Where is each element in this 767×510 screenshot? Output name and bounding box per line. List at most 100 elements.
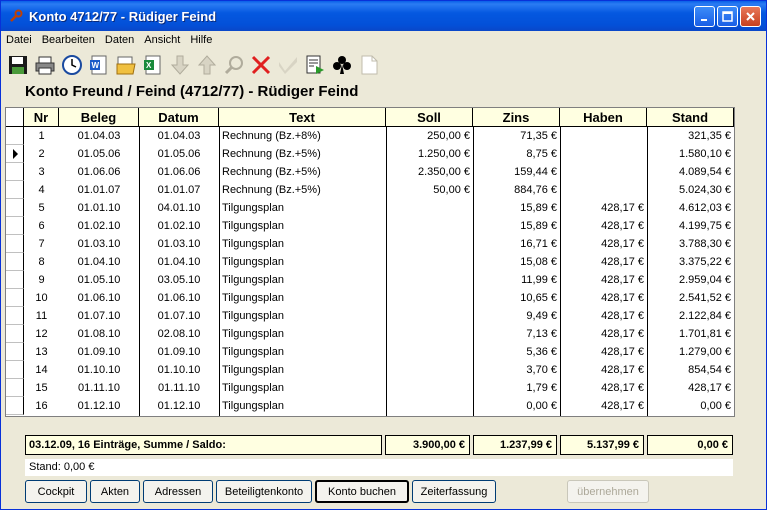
cell-soll[interactable] — [386, 307, 473, 325]
cell-haben[interactable]: 428,17 € — [560, 217, 647, 235]
cell-zins[interactable]: 11,99 € — [473, 271, 560, 289]
cell-datum[interactable]: 01.11.10 — [139, 379, 219, 397]
cell-haben[interactable]: 428,17 € — [560, 379, 647, 397]
cell-text[interactable]: Tilgungsplan — [219, 397, 386, 415]
cell-haben[interactable]: 428,17 € — [560, 307, 647, 325]
move-up-button[interactable] — [194, 51, 220, 78]
row-selector[interactable] — [6, 307, 24, 325]
cell-nr[interactable]: 1 — [24, 127, 59, 145]
print-button[interactable] — [32, 51, 58, 78]
table-row[interactable]: 7 01.03.10 01.03.10 Tilgungsplan 16,71 €428,… — [6, 235, 734, 253]
row-selector[interactable] — [6, 361, 24, 379]
table-row[interactable]: 3 01.06.06 01.06.06 Rechnung (Bz.+5%) 2.350,… — [6, 163, 734, 181]
cell-beleg[interactable]: 01.04.10 — [59, 253, 139, 271]
uebernehmen-button[interactable]: übernehmen — [567, 480, 649, 503]
cell-datum[interactable]: 01.06.10 — [139, 289, 219, 307]
cell-datum[interactable]: 04.01.10 — [139, 199, 219, 217]
excel-button[interactable]: X — [140, 51, 166, 78]
cell-haben[interactable]: 428,17 € — [560, 253, 647, 271]
cell-stand[interactable]: 1.580,10 € — [647, 145, 734, 163]
table-row[interactable]: 12 01.08.10 02.08.10 Tilgungsplan 7,13 €428,… — [6, 325, 734, 343]
cell-soll[interactable] — [386, 271, 473, 289]
cell-beleg[interactable]: 01.02.10 — [59, 217, 139, 235]
cell-zins[interactable]: 71,35 € — [473, 127, 560, 145]
cell-text[interactable]: Tilgungsplan — [219, 379, 386, 397]
cell-text[interactable]: Tilgungsplan — [219, 307, 386, 325]
cell-stand[interactable]: 428,17 € — [647, 379, 734, 397]
cell-stand[interactable]: 3.375,22 € — [647, 253, 734, 271]
menu-bearbeiten[interactable]: Bearbeiten — [37, 34, 100, 46]
cell-text[interactable]: Rechnung (Bz.+5%) — [219, 181, 386, 199]
row-selector[interactable] — [6, 253, 24, 271]
cell-nr[interactable]: 16 — [24, 397, 59, 415]
cell-haben[interactable]: 428,17 € — [560, 361, 647, 379]
club-button[interactable] — [329, 51, 355, 78]
cell-soll[interactable] — [386, 397, 473, 415]
cell-beleg[interactable]: 01.12.10 — [59, 397, 139, 415]
cell-haben[interactable] — [560, 127, 647, 145]
col-header-soll[interactable]: Soll — [386, 108, 473, 127]
cell-nr[interactable]: 3 — [24, 163, 59, 181]
maximize-button[interactable] — [717, 6, 738, 27]
cell-beleg[interactable]: 01.03.10 — [59, 235, 139, 253]
cell-zins[interactable]: 15,08 € — [473, 253, 560, 271]
cell-soll[interactable] — [386, 217, 473, 235]
menu-ansicht[interactable]: Ansicht — [139, 34, 185, 46]
cell-nr[interactable]: 5 — [24, 199, 59, 217]
cell-nr[interactable]: 15 — [24, 379, 59, 397]
cell-datum[interactable]: 01.01.07 — [139, 181, 219, 199]
cell-beleg[interactable]: 01.06.06 — [59, 163, 139, 181]
account-table[interactable]: Nr Beleg Datum Text Soll Zins Haben Stan… — [5, 107, 735, 417]
cell-soll[interactable]: 50,00 € — [386, 181, 473, 199]
cell-soll[interactable] — [386, 379, 473, 397]
cell-stand[interactable]: 4.089,54 € — [647, 163, 734, 181]
table-row[interactable]: 5 01.01.10 04.01.10 Tilgungsplan 15,89 €428,… — [6, 199, 734, 217]
row-selector[interactable] — [6, 181, 24, 199]
cell-zins[interactable]: 1,79 € — [473, 379, 560, 397]
cell-beleg[interactable]: 01.08.10 — [59, 325, 139, 343]
cell-nr[interactable]: 9 — [24, 271, 59, 289]
cell-text[interactable]: Tilgungsplan — [219, 253, 386, 271]
cell-datum[interactable]: 01.04.10 — [139, 253, 219, 271]
cell-soll[interactable] — [386, 199, 473, 217]
cell-nr[interactable]: 2 — [24, 145, 59, 163]
cell-zins[interactable]: 5,36 € — [473, 343, 560, 361]
konto-buchen-button[interactable]: Konto buchen — [315, 480, 409, 503]
cell-zins[interactable]: 0,00 € — [473, 397, 560, 415]
cell-datum[interactable]: 01.09.10 — [139, 343, 219, 361]
cell-zins[interactable]: 16,71 € — [473, 235, 560, 253]
col-header-zins[interactable]: Zins — [473, 108, 560, 127]
cell-nr[interactable]: 4 — [24, 181, 59, 199]
table-row[interactable]: 15 01.11.10 01.11.10 Tilgungsplan 1,79 €428,… — [6, 379, 734, 397]
row-selector[interactable] — [6, 271, 24, 289]
row-selector[interactable] — [6, 343, 24, 361]
cell-beleg[interactable]: 01.06.10 — [59, 289, 139, 307]
row-selector[interactable] — [6, 397, 24, 415]
cell-text[interactable]: Rechnung (Bz.+8%) — [219, 127, 386, 145]
cell-zins[interactable]: 10,65 € — [473, 289, 560, 307]
menu-daten[interactable]: Daten — [100, 34, 139, 46]
cell-stand[interactable]: 2.541,52 € — [647, 289, 734, 307]
cell-soll[interactable] — [386, 235, 473, 253]
col-header-beleg[interactable]: Beleg — [59, 108, 139, 127]
table-row[interactable]: 4 01.01.07 01.01.07 Rechnung (Bz.+5%) 50,00 … — [6, 181, 734, 199]
table-row[interactable]: 13 01.09.10 01.09.10 Tilgungsplan 5,36 €428,… — [6, 343, 734, 361]
cell-soll[interactable] — [386, 343, 473, 361]
minimize-button[interactable] — [694, 6, 715, 27]
cell-stand[interactable]: 4.199,75 € — [647, 217, 734, 235]
cell-datum[interactable]: 01.12.10 — [139, 397, 219, 415]
cell-text[interactable]: Tilgungsplan — [219, 343, 386, 361]
cell-haben[interactable]: 428,17 € — [560, 235, 647, 253]
word-button[interactable]: W — [86, 51, 112, 78]
cell-text[interactable]: Tilgungsplan — [219, 361, 386, 379]
cell-beleg[interactable]: 01.10.10 — [59, 361, 139, 379]
cell-soll[interactable] — [386, 361, 473, 379]
col-header-stand[interactable]: Stand — [647, 108, 734, 127]
cell-beleg[interactable]: 01.04.03 — [59, 127, 139, 145]
cell-haben[interactable]: 428,17 € — [560, 289, 647, 307]
cell-text[interactable]: Rechnung (Bz.+5%) — [219, 145, 386, 163]
cell-stand[interactable]: 2.122,84 € — [647, 307, 734, 325]
cell-beleg[interactable]: 01.09.10 — [59, 343, 139, 361]
cell-datum[interactable]: 02.08.10 — [139, 325, 219, 343]
table-row[interactable]: 10 01.06.10 01.06.10 Tilgungsplan 10,65 €428… — [6, 289, 734, 307]
